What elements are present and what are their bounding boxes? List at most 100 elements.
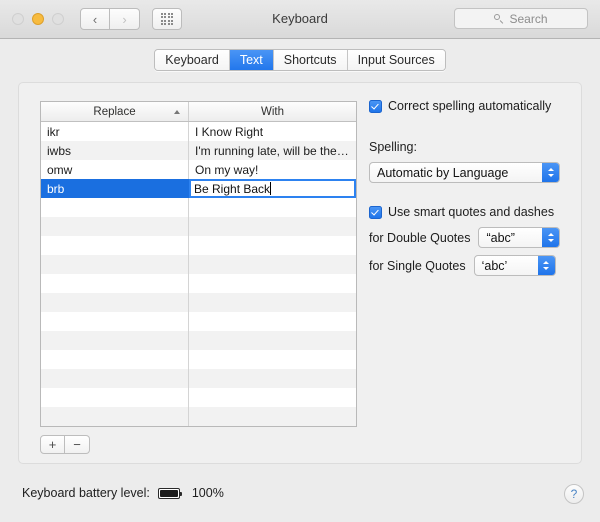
column-header-replace[interactable]: Replace	[41, 102, 189, 121]
double-quotes-popup-button[interactable]: “abc”	[478, 227, 561, 248]
cell-replace	[41, 350, 189, 369]
cell-replace	[41, 198, 189, 217]
table-row-empty[interactable]	[41, 388, 356, 407]
table-row-selected[interactable]: brb Be Right Back	[41, 179, 356, 198]
column-header-with[interactable]: With	[189, 102, 356, 121]
chevron-down-icon	[543, 267, 550, 270]
column-header-replace-label: Replace	[93, 105, 136, 118]
search-icon	[494, 13, 504, 24]
tab-keyboard[interactable]: Keyboard	[155, 50, 230, 70]
table-row-empty[interactable]	[41, 331, 356, 350]
search-field[interactable]: Search	[454, 8, 588, 29]
cell-with	[189, 255, 356, 274]
tab-group: Keyboard Text Shortcuts Input Sources	[154, 49, 446, 71]
text-caret	[270, 182, 272, 195]
cell-with	[189, 312, 356, 331]
tab-input-sources[interactable]: Input Sources	[347, 50, 445, 70]
status-bar: Keyboard battery level: 100% ?	[0, 474, 600, 522]
double-quotes-label: for Double Quotes	[369, 230, 471, 245]
help-button[interactable]: ?	[564, 484, 584, 504]
table-row-empty[interactable]	[41, 312, 356, 331]
smart-quotes-row[interactable]: Use smart quotes and dashes	[369, 205, 569, 220]
back-button[interactable]: ‹	[80, 8, 110, 30]
battery-status: Keyboard battery level: 100%	[22, 486, 224, 500]
double-quotes-value: “abc”	[486, 230, 515, 245]
show-all-button[interactable]	[152, 8, 182, 30]
cell-with	[189, 331, 356, 350]
tab-text[interactable]: Text	[229, 50, 274, 70]
battery-fill	[159, 489, 178, 497]
spelling-value: Automatic by Language	[377, 165, 509, 180]
list-controls: + −	[40, 435, 90, 454]
cell-with	[189, 407, 356, 426]
text-replacement-table[interactable]: Replace With ikr I Know Right iwbs I'm r…	[40, 101, 357, 427]
cell-replace	[41, 236, 189, 255]
chevron-down-icon	[547, 174, 554, 177]
column-header-with-label: With	[261, 105, 284, 118]
table-row-empty[interactable]	[41, 236, 356, 255]
correct-spelling-checkbox[interactable]	[369, 100, 382, 113]
spelling-label-wrap: Spelling:	[369, 138, 569, 156]
table-row-empty[interactable]	[41, 293, 356, 312]
add-entry-button[interactable]: +	[40, 435, 65, 454]
correct-spelling-label: Correct spelling automatically	[388, 99, 552, 113]
cell-replace	[41, 274, 189, 293]
cell-with	[189, 388, 356, 407]
smart-quotes-checkbox[interactable]	[369, 206, 382, 219]
table-row[interactable]: omw On my way!	[41, 160, 356, 179]
cell-replace	[41, 388, 189, 407]
navigation-buttons: ‹ ›	[80, 8, 140, 30]
title-bar: ‹ › Keyboard Search	[0, 0, 600, 39]
spelling-popup-button[interactable]: Automatic by Language	[369, 162, 560, 183]
table-row-empty[interactable]	[41, 369, 356, 388]
chevron-down-icon	[547, 239, 554, 242]
spelling-label: Spelling:	[369, 140, 417, 154]
cell-with: On my way!	[195, 162, 259, 177]
minimize-button[interactable]	[32, 13, 44, 25]
single-quotes-row: for Single Quotes ‘abc’	[369, 255, 569, 276]
remove-entry-button[interactable]: −	[65, 435, 90, 454]
window-controls	[12, 13, 64, 25]
table-row-empty[interactable]	[41, 407, 356, 426]
table-row-empty[interactable]	[41, 350, 356, 369]
cell-replace	[41, 426, 189, 427]
table-row[interactable]: iwbs I'm running late, will be the…	[41, 141, 356, 160]
cell-with: I Know Right	[195, 124, 264, 139]
options-column: Correct spelling automatically Spelling:…	[369, 99, 569, 276]
table-row-empty[interactable]	[41, 255, 356, 274]
table-row-empty[interactable]	[41, 217, 356, 236]
cell-with	[189, 293, 356, 312]
with-edit-value: Be Right Back	[194, 181, 271, 196]
correct-spelling-row[interactable]: Correct spelling automatically	[369, 99, 569, 114]
single-quotes-popup-button[interactable]: ‘abc’	[473, 255, 556, 276]
table-row[interactable]: ikr I Know Right	[41, 122, 356, 141]
grid-icon	[160, 12, 174, 26]
cell-with: I'm running late, will be the…	[195, 143, 349, 158]
table-row-empty[interactable]	[41, 274, 356, 293]
double-quotes-stepper-icon[interactable]	[542, 228, 560, 247]
tab-shortcuts[interactable]: Shortcuts	[273, 50, 348, 70]
cell-replace	[41, 255, 189, 274]
tab-bar: Keyboard Text Shortcuts Input Sources	[0, 39, 600, 81]
with-edit-input[interactable]: Be Right Back	[189, 179, 356, 198]
forward-button[interactable]: ›	[110, 8, 140, 30]
sort-ascending-icon	[174, 109, 180, 114]
maximize-button[interactable]	[52, 13, 64, 25]
cell-with	[189, 217, 356, 236]
close-button[interactable]	[12, 13, 24, 25]
chevron-up-icon	[547, 168, 554, 171]
table-row-empty[interactable]	[41, 426, 356, 427]
table-row-empty[interactable]	[41, 198, 356, 217]
single-quotes-stepper-icon[interactable]	[537, 256, 555, 275]
table-body: ikr I Know Right iwbs I'm running late, …	[41, 122, 356, 427]
spelling-stepper-icon[interactable]	[542, 163, 559, 182]
cell-replace	[41, 369, 189, 388]
cell-replace	[41, 217, 189, 236]
content-panel: Replace With ikr I Know Right iwbs I'm r…	[18, 82, 582, 464]
cell-replace: omw	[41, 160, 189, 179]
cell-replace	[41, 312, 189, 331]
search-placeholder: Search	[509, 11, 548, 26]
battery-full-icon	[157, 487, 182, 499]
cell-replace	[41, 331, 189, 350]
table-header: Replace With	[41, 102, 356, 122]
